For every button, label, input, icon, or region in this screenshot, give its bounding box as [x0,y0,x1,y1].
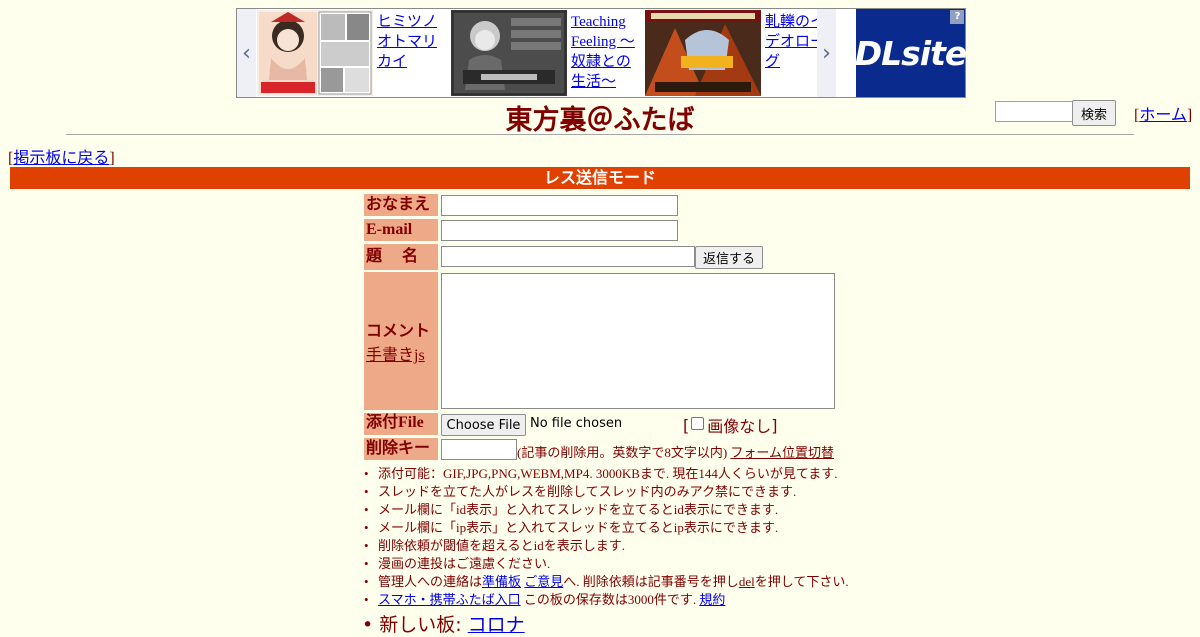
comment-textarea[interactable] [441,273,835,409]
note-item: スレッドを立てた人がレスを削除してスレッド内のみアク禁にできます. [362,483,849,501]
ad-thumbnail-3[interactable] [645,10,761,96]
handwriting-link[interactable]: 手書きjs [366,341,438,365]
dlsite-logo-text: DLsite [854,33,968,73]
no-file-status: No file chosen [530,416,623,431]
ad-thumbnail-2[interactable] [451,10,567,96]
ad-link-3-line: 軋轢のイ [765,14,826,30]
terms-link[interactable]: 規約 [699,592,725,607]
ad-link-3-line: グ [765,54,781,70]
home-bracket-close: ] [1186,107,1193,124]
subject-label: 題 名 [364,244,438,270]
search-input[interactable] [995,101,1074,122]
ad-next-arrow-icon[interactable]: › [817,9,836,97]
ad-link-3-line: デオロー [765,34,826,50]
search-button[interactable]: 検索 [1072,100,1116,126]
note-item: 削除依頼が閾値を超えるとidを表示します. [362,537,849,555]
home-nav: [ホーム] [1134,101,1192,125]
ad-link-1[interactable]: ヒミツノ オトマリ カイ [377,12,437,72]
note-item-contact: 管理人への連絡は準備板 ご意見へ. 削除依頼は記事番号を押しdelを押して下さい… [362,573,849,591]
name-input[interactable] [441,195,678,216]
note-item: 漫画の連投はご遠慮ください. [362,555,849,573]
dlsite-logo[interactable]: DLsite ? [854,9,968,97]
del-link[interactable]: del [739,574,755,589]
note-text: この板の保存数は3000件です. [523,592,697,607]
note-item: メール欄に「id表示」と入れてスレッドを立てるとid表示にできます. [362,501,849,519]
file-label: 添付File [364,413,438,435]
new-board-prefix: 新しい板: [379,614,462,636]
ad-banner: ‹ ヒミツノ オトマリ カイ Teaching Feeling 〜 奴隷との 生… [236,8,968,98]
email-label: E-mail [364,219,438,241]
new-board-notice: • 新しい板: コロナ [362,610,525,637]
form-position-toggle-link[interactable]: フォーム位置切替 [730,445,834,460]
prep-board-link[interactable]: 準備板 [482,574,521,589]
delete-key-input[interactable] [441,439,517,460]
ad-info-icon[interactable]: ? [950,10,964,24]
ad-prev-arrow-icon[interactable]: ‹ [237,9,256,97]
no-image-label: 画像なし [707,417,772,436]
note-item: メール欄に「ip表示」と入れてスレッドを立てるとip表示にできます. [362,519,849,537]
ad-link-2[interactable]: Teaching Feeling 〜 奴隷との 生活〜 [571,12,635,92]
note-text: 管理人への連絡は [378,574,483,589]
ad-link-2-line: 生活〜 [571,74,617,90]
delete-key-label: 削除キー [364,438,438,460]
note-item: 添付可能：GIF,JPG,PNG,WEBM,MP4. 3000KBまで. 現在1… [362,465,849,483]
ad-link-2-line: 奴隷との [571,54,631,70]
submit-reply-button[interactable]: 返信する [695,246,763,269]
name-label: おなまえ [364,194,438,216]
no-image-option: [ 画像なし ] [683,413,778,437]
comment-label: コメント [366,323,431,340]
feedback-link[interactable]: ご意見 [524,574,563,589]
board-notes: 添付可能：GIF,JPG,PNG,WEBM,MP4. 3000KBまで. 現在1… [362,465,849,609]
mobile-entrance-link[interactable]: スマホ・携帯ふたば入口 [378,592,521,607]
ad-link-1-line: オトマリ [377,34,438,50]
subject-input[interactable] [441,246,695,267]
ad-link-2-line: Teaching [571,14,626,30]
delete-key-note: (記事の削除用。英数字で8文字以内) [517,445,728,460]
no-image-checkbox[interactable] [691,417,705,430]
note-text: へ. 削除依頼は記事番号を押し [563,574,739,589]
ad-link-2-line: Feeling 〜 [571,34,635,50]
ad-link-1-line: ヒミツノ [377,14,438,30]
back-bracket-close: ] [109,150,115,167]
bullet-icon: • [362,614,374,636]
no-image-bracket-close: ] [771,415,778,435]
back-nav: [掲示板に戻る] [8,144,115,168]
ad-link-1-line: カイ [377,54,408,70]
new-board-link[interactable]: コロナ [468,614,525,636]
home-link[interactable]: ホーム [1139,107,1187,124]
note-item-mobile: スマホ・携帯ふたば入口 この板の保存数は3000件です. 規約 [362,591,849,609]
ad-thumbnail-1[interactable] [257,10,373,96]
comment-label-cell: コメント 手書きjs [364,272,438,410]
back-to-board-link[interactable]: 掲示板に戻る [13,150,109,167]
delete-key-note-row: (記事の削除用。英数字で8文字以内) フォーム位置切替 [517,442,834,461]
email-input[interactable] [441,220,678,241]
reply-mode-bar: レス送信モード [10,167,1190,189]
header-divider [66,134,1134,135]
note-text: を押して下さい. [754,574,849,589]
ad-link-3[interactable]: 軋轢のイ デオロー グ [765,12,825,72]
no-image-bracket-open: [ [683,415,690,435]
choose-file-button[interactable]: Choose File [441,414,526,436]
